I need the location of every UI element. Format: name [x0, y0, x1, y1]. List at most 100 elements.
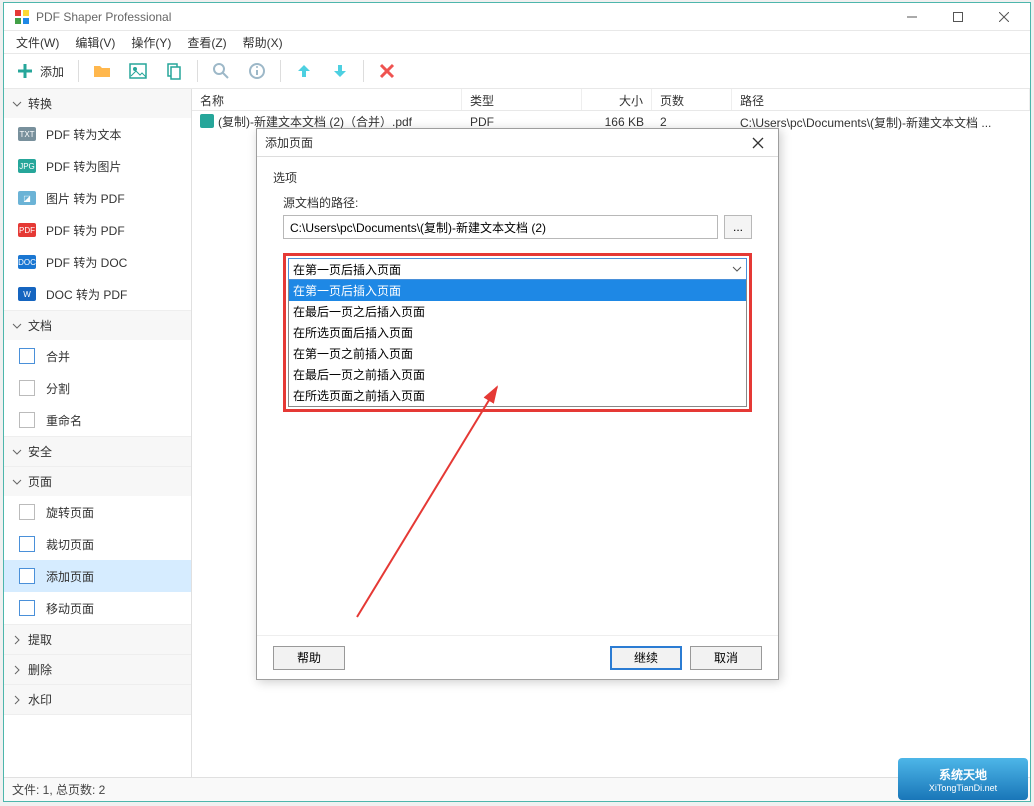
add-page-dialog: 添加页面 选项 源文档的路径: ... 在第一页后插入页面 在第一页后插入页面 …	[256, 128, 779, 680]
sidebar-item-label: DOC 转为 PDF	[46, 286, 127, 303]
dialog-body: 选项 源文档的路径: ... 在第一页后插入页面 在第一页后插入页面 在最后一页…	[257, 157, 778, 635]
chevron-down-icon	[12, 99, 22, 109]
sidebar-item-label: 移动页面	[46, 600, 94, 617]
col-path[interactable]: 路径	[732, 89, 1030, 110]
help-button[interactable]: 帮助	[273, 646, 345, 670]
pdf-file-icon	[200, 114, 214, 128]
continue-button[interactable]: 继续	[610, 646, 682, 670]
sidebar-group-page[interactable]: 页面	[4, 467, 191, 496]
copy-icon	[165, 62, 183, 80]
col-size[interactable]: 大小	[582, 89, 652, 110]
crop-icon	[18, 535, 36, 553]
chevron-down-icon	[12, 447, 22, 457]
menu-file[interactable]: 文件(W)	[8, 32, 67, 53]
sidebar-item-label: PDF 转为 PDF	[46, 222, 125, 239]
menu-action[interactable]: 操作(Y)	[123, 32, 179, 53]
delete-button[interactable]	[372, 58, 402, 84]
combo-option[interactable]: 在第一页之前插入页面	[289, 343, 746, 364]
down-button[interactable]	[325, 58, 355, 84]
info-button[interactable]	[242, 58, 272, 84]
img-icon: ◪	[18, 189, 36, 207]
insert-position-combo[interactable]: 在第一页后插入页面	[288, 258, 747, 280]
menu-help[interactable]: 帮助(X)	[235, 32, 291, 53]
dialog-title: 添加页面	[265, 134, 746, 151]
combo-value: 在第一页后插入页面	[293, 261, 401, 278]
options-label: 选项	[273, 169, 762, 186]
col-type[interactable]: 类型	[462, 89, 582, 110]
search-button[interactable]	[206, 58, 236, 84]
dialog-close-button[interactable]	[746, 133, 770, 153]
col-pages[interactable]: 页数	[652, 89, 732, 110]
sidebar-item-pdf2img[interactable]: JPGPDF 转为图片	[4, 150, 191, 182]
sidebar-item-label: 裁切页面	[46, 536, 94, 553]
sidebar-item-split[interactable]: 分割	[4, 372, 191, 404]
sidebar-item-pdf2txt[interactable]: TXTPDF 转为文本	[4, 118, 191, 150]
open-folder-button[interactable]	[87, 58, 117, 84]
combo-option[interactable]: 在所选页面之前插入页面	[289, 385, 746, 406]
chevron-right-icon	[12, 665, 22, 675]
copy-button[interactable]	[159, 58, 189, 84]
sidebar-group-security[interactable]: 安全	[4, 437, 191, 466]
sidebar-item-crop[interactable]: 裁切页面	[4, 528, 191, 560]
sidebar-item-pdf2doc[interactable]: DOCPDF 转为 DOC	[4, 246, 191, 278]
sidebar-item-label: 旋转页面	[46, 504, 94, 521]
chevron-right-icon	[12, 695, 22, 705]
info-icon	[248, 62, 266, 80]
status-text: 文件: 1, 总页数: 2	[12, 781, 105, 798]
close-icon	[752, 137, 764, 149]
sidebar-item-label: 分割	[46, 380, 70, 397]
up-button[interactable]	[289, 58, 319, 84]
separator	[363, 60, 364, 82]
sidebar-group-label: 页面	[28, 473, 52, 490]
sidebar-item-rotate[interactable]: 旋转页面	[4, 496, 191, 528]
jpg-icon: JPG	[18, 157, 36, 175]
split-icon	[18, 379, 36, 397]
close-button[interactable]	[982, 5, 1026, 29]
col-name[interactable]: 名称	[192, 89, 462, 110]
sidebar: 转换 TXTPDF 转为文本 JPGPDF 转为图片 ◪ 图片 转为 PDF PD…	[4, 89, 192, 777]
combo-dropdown: 在第一页后插入页面 在最后一页之后插入页面 在所选页面后插入页面 在第一页之前插…	[288, 280, 747, 407]
maximize-button[interactable]	[936, 5, 980, 29]
arrow-up-icon	[295, 62, 313, 80]
toolbar: 添加	[4, 53, 1030, 89]
menu-view[interactable]: 查看(Z)	[179, 32, 234, 53]
sidebar-group-extract[interactable]: 提取	[4, 625, 191, 654]
cancel-button[interactable]: 取消	[690, 646, 762, 670]
menu-edit[interactable]: 编辑(V)	[67, 32, 123, 53]
image-button[interactable]	[123, 58, 153, 84]
table-header: 名称 类型 大小 页数 路径	[192, 89, 1030, 111]
sidebar-item-label: PDF 转为文本	[46, 126, 121, 143]
sidebar-item-doc2pdf[interactable]: W DOC 转为 PDF	[4, 278, 191, 310]
sidebar-item-addpage[interactable]: 添加页面	[4, 560, 191, 592]
combo-option[interactable]: 在第一页后插入页面	[289, 280, 746, 301]
insert-position-highlight: 在第一页后插入页面 在第一页后插入页面 在最后一页之后插入页面 在所选页面后插入…	[283, 253, 752, 412]
addpage-icon	[18, 567, 36, 585]
dialog-titlebar: 添加页面	[257, 129, 778, 157]
sidebar-item-pdf2pdf[interactable]: PDFPDF 转为 PDF	[4, 214, 191, 246]
sidebar-group-convert[interactable]: 转换	[4, 89, 191, 118]
image-icon	[129, 62, 147, 80]
separator	[78, 60, 79, 82]
sidebar-group-delete[interactable]: 删除	[4, 655, 191, 684]
sidebar-group-watermark[interactable]: 水印	[4, 685, 191, 714]
source-path-input[interactable]	[283, 215, 718, 239]
arrow-down-icon	[331, 62, 349, 80]
combo-option[interactable]: 在最后一页之后插入页面	[289, 301, 746, 322]
sidebar-item-merge[interactable]: 合并	[4, 340, 191, 372]
movepage-icon	[18, 599, 36, 617]
sidebar-item-movepage[interactable]: 移动页面	[4, 592, 191, 624]
sidebar-group-document[interactable]: 文档	[4, 311, 191, 340]
combo-option[interactable]: 在所选页面后插入页面	[289, 322, 746, 343]
x-icon	[378, 62, 396, 80]
sidebar-group-label: 转换	[28, 95, 52, 112]
sidebar-item-img2pdf[interactable]: ◪ 图片 转为 PDF	[4, 182, 191, 214]
add-button[interactable]: 添加	[10, 58, 70, 84]
sidebar-item-label: 图片 转为 PDF	[46, 190, 125, 207]
combo-option[interactable]: 在最后一页之前插入页面	[289, 364, 746, 385]
browse-button[interactable]: ...	[724, 215, 752, 239]
word-icon: W	[18, 285, 36, 303]
sidebar-item-rename[interactable]: 重命名	[4, 404, 191, 436]
dialog-buttons: 帮助 继续 取消	[257, 635, 778, 679]
separator	[280, 60, 281, 82]
minimize-button[interactable]	[890, 5, 934, 29]
